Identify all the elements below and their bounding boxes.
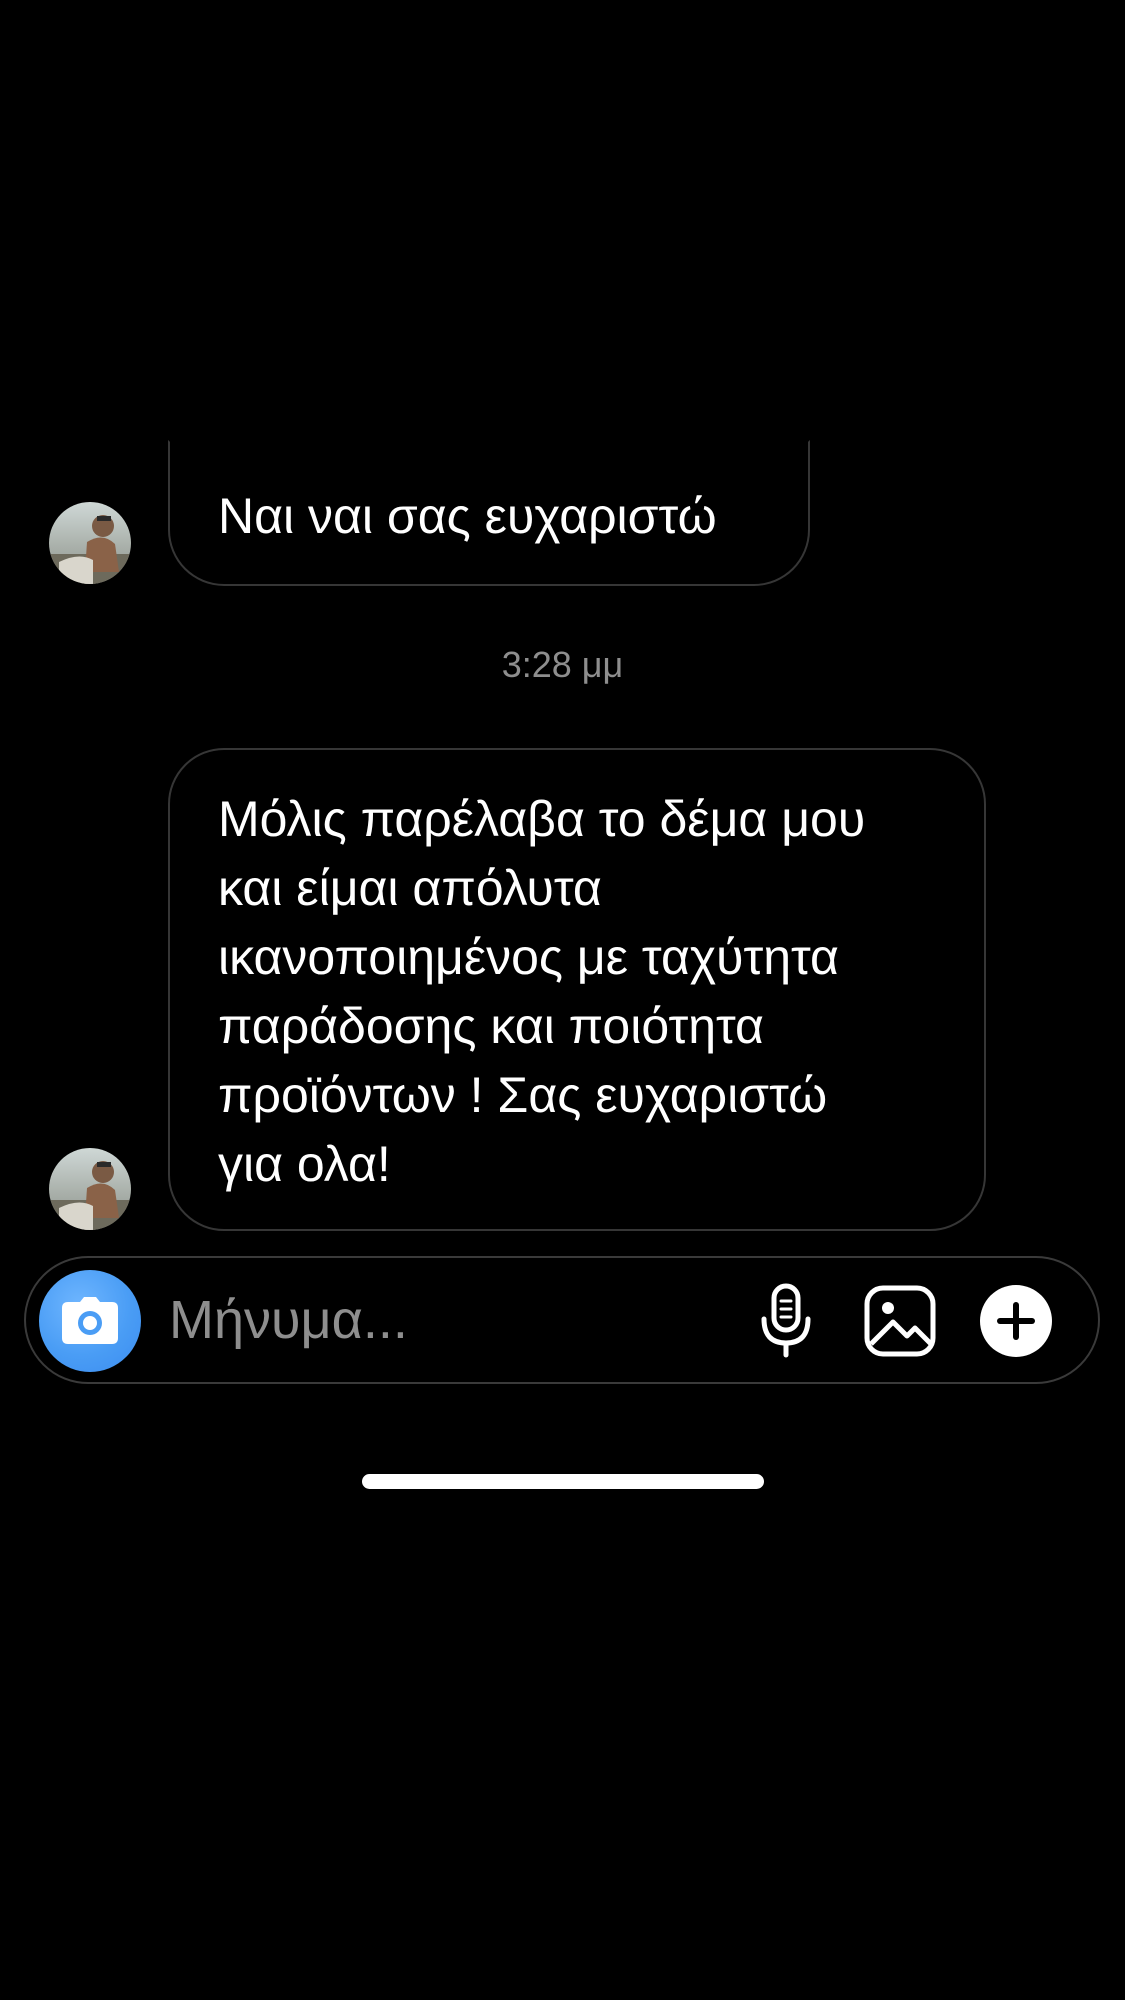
message-text-line: ικανοποιημένος με ταχύτητα: [218, 929, 839, 985]
message-timestamp: 3:28 μμ: [501, 644, 624, 685]
message-text-line: και είμαι απόλυτα: [218, 860, 602, 916]
sender-avatar[interactable]: [49, 502, 131, 584]
plus-icon: [980, 1285, 1052, 1357]
message-input[interactable]: [169, 1280, 729, 1360]
message-text-line: για ολα!: [218, 1136, 391, 1192]
message-text-line: προϊόντων ! Σας ευχαριστώ: [218, 1067, 828, 1123]
gallery-icon: [864, 1285, 936, 1357]
sender-avatar[interactable]: [49, 1148, 131, 1230]
gallery-button[interactable]: [860, 1276, 940, 1366]
more-options-button[interactable]: [978, 1276, 1054, 1366]
camera-button[interactable]: [39, 1270, 141, 1372]
message-bubble[interactable]: Ναι ναι σας ευχαριστώ: [168, 440, 810, 586]
voice-message-button[interactable]: [750, 1276, 822, 1366]
home-indicator[interactable]: [362, 1474, 764, 1489]
message-text-line: Μόλις παρέλαβα το δέμα μου: [218, 791, 866, 847]
message-composer: [24, 1256, 1100, 1384]
message-text-line: παράδοσης και ποιότητα: [218, 998, 764, 1054]
microphone-icon: [761, 1283, 811, 1358]
camera-icon: [62, 1297, 118, 1344]
chat-thread: Ναι ναι σας ευχαριστώ 3:28 μμ Μόλις παρέ…: [0, 0, 1125, 2000]
message-bubble[interactable]: Μόλις παρέλαβα το δέμα μου και είμαι από…: [168, 748, 986, 1231]
message-text: Ναι ναι σας ευχαριστώ: [218, 488, 717, 544]
